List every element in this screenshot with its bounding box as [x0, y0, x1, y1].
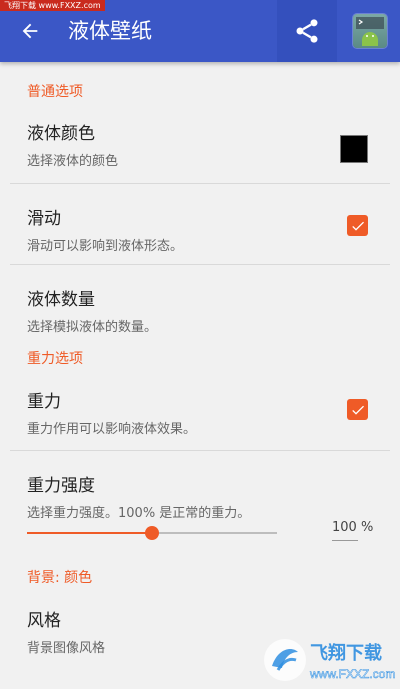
- setting-title: 滑动: [27, 209, 61, 229]
- back-button[interactable]: [12, 13, 48, 49]
- setting-subtitle: 滑动可以影响到液体形态。: [27, 239, 184, 254]
- share-icon: [296, 19, 318, 43]
- watermark-logo-name: 飞翔下载: [310, 642, 382, 663]
- gravity-strength-slider-row: 100 %: [0, 514, 400, 554]
- slider-fill: [27, 532, 152, 534]
- app-launcher-icon[interactable]: [353, 14, 387, 48]
- setting-title: 重力强度: [27, 476, 95, 496]
- color-swatch[interactable]: [340, 135, 368, 163]
- setting-title: 风格: [27, 611, 61, 631]
- arrow-left-icon: [22, 23, 38, 39]
- section-header-background: 背景: 颜色: [27, 570, 93, 586]
- page-title: 液体壁纸: [68, 19, 152, 43]
- check-icon: [351, 221, 364, 231]
- share-button[interactable]: [277, 0, 337, 62]
- setting-title: 重力: [27, 392, 61, 412]
- settings-list: 普通选项 液体颜色 选择液体的颜色 滑动 滑动可以影响到液体形态。 液体数量 选…: [0, 62, 400, 670]
- setting-gravity-strength: 重力强度 选择重力强度。100% 是正常的重力。: [0, 451, 400, 521]
- slider-value: 100 %: [332, 520, 377, 541]
- watermark-logo: 飞翔下载 www.FXXZ.com: [260, 630, 400, 685]
- slide-checkbox[interactable]: [347, 215, 368, 236]
- watermark-logo-url: www.FXXZ.com: [309, 667, 395, 681]
- setting-subtitle: 重力作用可以影响液体效果。: [27, 422, 197, 437]
- check-icon: [351, 405, 364, 415]
- setting-slide[interactable]: 滑动 滑动可以影响到液体形态。: [0, 184, 400, 264]
- gravity-checkbox[interactable]: [347, 399, 368, 420]
- setting-title: 液体数量: [27, 290, 95, 310]
- section-header-gravity: 重力选项: [27, 351, 83, 367]
- slider-thumb[interactable]: [145, 526, 159, 540]
- slider-track[interactable]: [27, 526, 277, 540]
- setting-liquid-count[interactable]: 液体数量 选择模拟液体的数量。: [0, 265, 400, 343]
- setting-subtitle: 选择模拟液体的数量。: [27, 320, 158, 335]
- setting-liquid-color[interactable]: 液体颜色 选择液体的颜色: [0, 119, 400, 183]
- setting-gravity[interactable]: 重力 重力作用可以影响液体效果。: [0, 373, 400, 450]
- section-header-general: 普通选项: [27, 83, 83, 100]
- watermark-top-label: 飞翔下载 www.FXXZ.com: [0, 0, 105, 11]
